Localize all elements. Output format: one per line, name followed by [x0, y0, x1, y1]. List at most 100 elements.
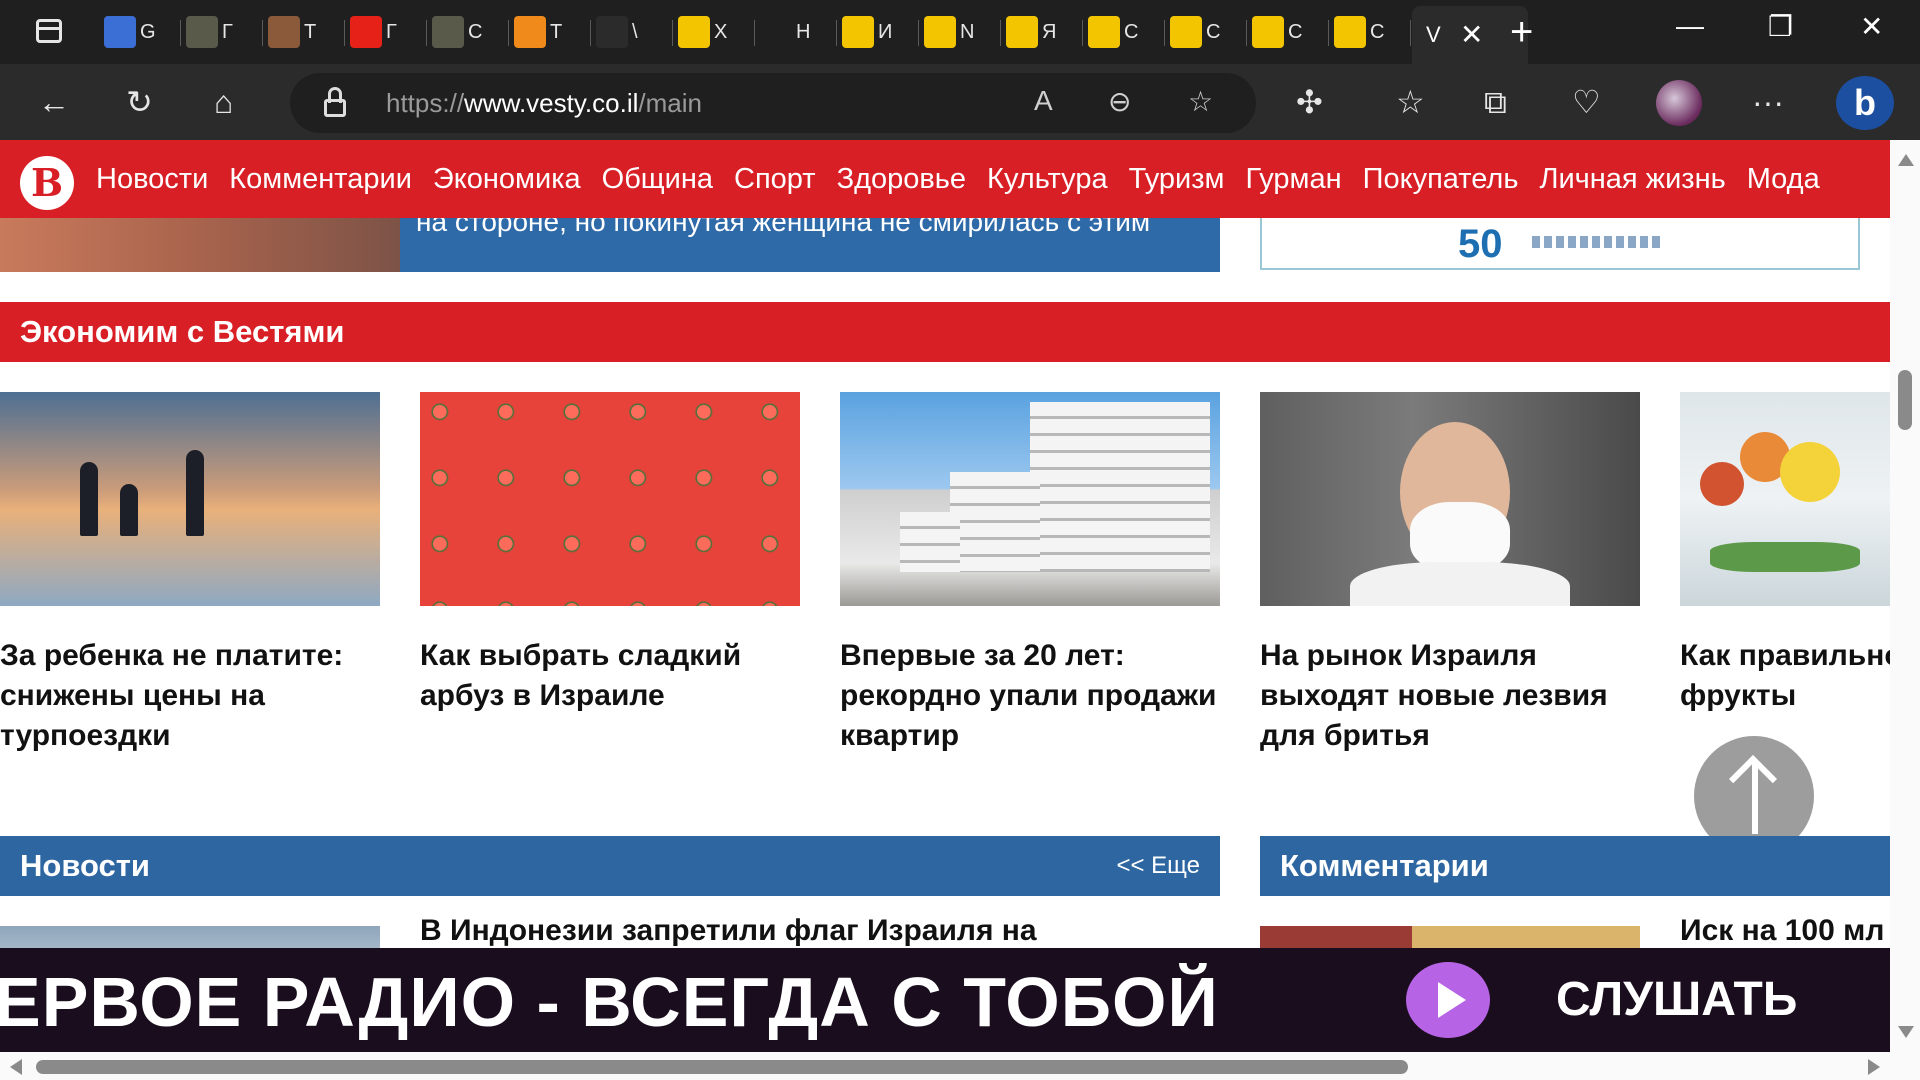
listen-button[interactable]: СЛУШАТЬ: [1556, 972, 1797, 1027]
comments-section-title[interactable]: Комментарии: [1280, 848, 1489, 884]
article-image[interactable]: [1680, 392, 1890, 606]
pencil-icon: [1170, 16, 1202, 48]
browser-tab[interactable]: С: [1088, 12, 1138, 52]
tab-actions-icon[interactable]: [28, 16, 68, 48]
zoom-icon[interactable]: ⊖: [1108, 85, 1131, 118]
ad-banner[interactable]: 50: [1260, 218, 1860, 270]
favorite-star-icon[interactable]: ☆: [1188, 85, 1213, 118]
new-tab-button[interactable]: +: [1510, 10, 1533, 55]
favorites-icon[interactable]: ☆: [1396, 82, 1425, 122]
news-more-link[interactable]: << Еще: [1116, 852, 1200, 880]
article-card[interactable]: Как выбрать сладкий арбуз в Израиле: [420, 392, 800, 716]
lock-icon[interactable]: [324, 87, 346, 117]
article-image[interactable]: [1260, 392, 1640, 606]
scroll-right-icon[interactable]: [1868, 1059, 1880, 1075]
browser-tab[interactable]: С: [1334, 12, 1384, 52]
scroll-left-icon[interactable]: [10, 1059, 22, 1075]
reload-icon[interactable]: ↻: [126, 82, 153, 122]
browser-tab[interactable]: G: [104, 12, 156, 52]
browser-tab[interactable]: С: [432, 12, 482, 52]
horizontal-scrollbar[interactable]: [0, 1052, 1920, 1080]
section-title[interactable]: Экономим с Вестями: [20, 314, 344, 350]
vertical-scrollbar[interactable]: [1890, 140, 1920, 1052]
scrollbar-thumb[interactable]: [1898, 370, 1912, 430]
browser-tab[interactable]: С: [1170, 12, 1220, 52]
top-story-thumbnail[interactable]: [0, 218, 400, 272]
news-section-title[interactable]: Новости: [20, 848, 150, 884]
ad-logo: 50: [1458, 222, 1503, 266]
active-tab-title: V: [1426, 22, 1441, 47]
pencil-icon: [1088, 16, 1120, 48]
address-bar[interactable]: https://www.vesty.co.il/main A ⊖ ☆: [290, 73, 1256, 133]
article-card[interactable]: На рынок Израиля выходят новые лезвия дл…: [1260, 392, 1640, 756]
nav-item[interactable]: Комментарии: [229, 163, 412, 196]
close-tab-icon[interactable]: ✕: [1460, 18, 1483, 51]
browser-tab[interactable]: N: [924, 12, 974, 52]
browser-tab[interactable]: Т: [268, 12, 316, 52]
close-window-button[interactable]: ✕: [1860, 10, 1883, 43]
profile-avatar[interactable]: [1656, 80, 1702, 126]
browser-tab[interactable]: Н: [760, 12, 810, 52]
scrollbar-thumb[interactable]: [36, 1060, 1408, 1074]
nav-item[interactable]: Покупатель: [1363, 163, 1519, 196]
browser-toolbar: ← ↻ ⌂ https://www.vesty.co.il/main A ⊖ ☆…: [0, 64, 1920, 140]
comments-headline[interactable]: Иск на 100 мл: [1680, 914, 1884, 948]
news-headline[interactable]: В Индонезии запретили флаг Израиля на: [420, 914, 1037, 948]
article-card[interactable]: За ребенка не платите: снижены цены на т…: [0, 392, 380, 756]
top-story-text[interactable]: на стороне, но покинутая женщина не смир…: [416, 218, 1150, 238]
nav-item[interactable]: Спорт: [734, 163, 816, 196]
bing-copilot-icon[interactable]: b: [1836, 76, 1894, 130]
brown-icon: [268, 16, 300, 48]
play-icon[interactable]: [1406, 962, 1490, 1038]
nav-item[interactable]: Община: [602, 163, 713, 196]
tab-title: N: [960, 20, 975, 43]
browser-essentials-icon[interactable]: ♡: [1572, 82, 1601, 122]
browser-tab[interactable]: И: [842, 12, 892, 52]
top-story-strip[interactable]: на стороне, но покинутая женщина не смир…: [0, 218, 1220, 272]
radio-banner[interactable]: ЕРВОЕ РАДИО - ВСЕГДА С ТОБОЙ СЛУШАТЬ: [0, 948, 1890, 1052]
browser-tab[interactable]: Г: [350, 12, 397, 52]
article-card[interactable]: Как правильно летом фрукты: [1680, 392, 1890, 716]
comments-section-header: Комментарии: [1260, 836, 1890, 896]
browser-tab[interactable]: С: [1252, 12, 1302, 52]
read-aloud-icon[interactable]: A: [1034, 85, 1053, 117]
restore-button[interactable]: ❐: [1768, 10, 1793, 43]
tab-separator: [1328, 20, 1329, 46]
nav-item[interactable]: Туризм: [1129, 163, 1225, 196]
nav-item[interactable]: Личная жизнь: [1539, 163, 1725, 196]
browser-tab[interactable]: Т: [514, 12, 562, 52]
article-title[interactable]: Впервые за 20 лет: рекордно упали продаж…: [840, 636, 1220, 756]
tab-title: Н: [796, 20, 811, 43]
browser-tab[interactable]: \: [596, 12, 638, 52]
nav-item[interactable]: Мода: [1747, 163, 1820, 196]
more-menu-icon[interactable]: ···: [1752, 82, 1784, 122]
article-image[interactable]: [0, 392, 380, 606]
article-title[interactable]: На рынок Израиля выходят новые лезвия дл…: [1260, 636, 1640, 756]
article-card[interactable]: Впервые за 20 лет: рекордно упали продаж…: [840, 392, 1220, 756]
article-title[interactable]: Как выбрать сладкий арбуз в Израиле: [420, 636, 800, 716]
extensions-icon[interactable]: ✣: [1296, 82, 1323, 122]
home-icon[interactable]: ⌂: [214, 82, 233, 122]
url-text[interactable]: https://www.vesty.co.il/main: [386, 88, 702, 119]
nav-item[interactable]: Экономика: [433, 163, 581, 196]
article-title[interactable]: За ребенка не платите: снижены цены на т…: [0, 636, 380, 756]
site-logo[interactable]: В: [20, 156, 74, 210]
scroll-up-icon[interactable]: [1898, 154, 1914, 166]
nav-item[interactable]: Гурман: [1245, 163, 1341, 196]
back-icon[interactable]: ←: [38, 82, 70, 122]
nav-item[interactable]: Здоровье: [837, 163, 966, 196]
nav-item[interactable]: Культура: [987, 163, 1108, 196]
tab-separator: [344, 20, 345, 46]
site-nav: В Новости Комментарии Экономика Община Спорт…: [0, 140, 1890, 218]
browser-tab[interactable]: Я: [1006, 12, 1056, 52]
collections-icon[interactable]: ⧉: [1484, 82, 1507, 122]
article-image[interactable]: [420, 392, 800, 606]
nav-item[interactable]: Новости: [96, 163, 208, 196]
article-image[interactable]: [840, 392, 1220, 606]
browser-tab[interactable]: X: [678, 12, 727, 52]
browser-tab[interactable]: Г: [186, 12, 233, 52]
minimize-button[interactable]: —: [1676, 10, 1704, 42]
article-title[interactable]: Как правильно летом фрукты: [1680, 636, 1890, 716]
scroll-down-icon[interactable]: [1898, 1026, 1914, 1038]
tab-separator: [590, 20, 591, 46]
